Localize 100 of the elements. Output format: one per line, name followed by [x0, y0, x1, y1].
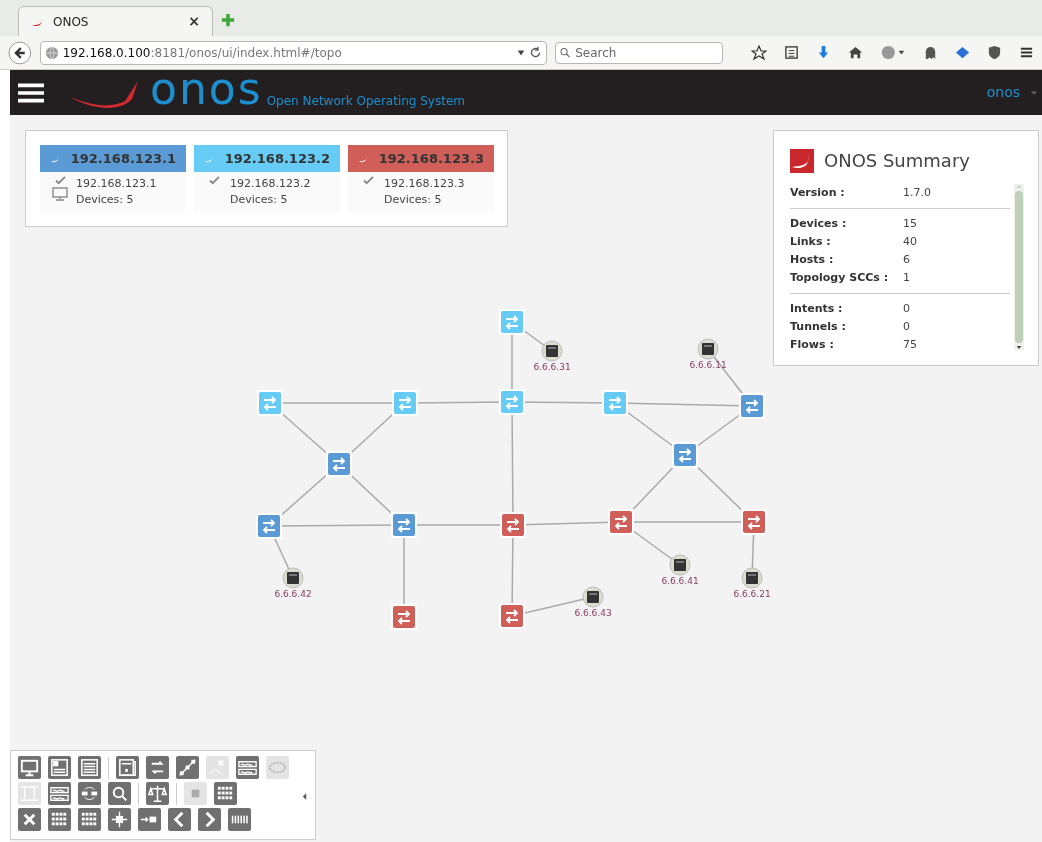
cluster-title: 192.168.123.2 — [224, 149, 330, 168]
new-tab-icon[interactable] — [221, 13, 235, 27]
check-icon — [208, 176, 220, 185]
reading-list-icon[interactable] — [784, 45, 799, 60]
summary-label: Devices : — [790, 216, 848, 232]
toolbar-button[interactable] — [48, 782, 71, 805]
toolbar-button[interactable] — [214, 782, 237, 805]
toolbar-button[interactable] — [48, 756, 71, 779]
collapse-icon[interactable] — [302, 792, 307, 801]
host-label: 6.6.6.41 — [661, 576, 699, 586]
toolbar-button[interactable] — [116, 756, 139, 779]
host-label: 6.6.6.42 — [274, 589, 312, 599]
summary-value: 1.7.0 — [903, 185, 931, 201]
toolbar-button[interactable] — [168, 808, 191, 831]
search-input[interactable]: Search — [575, 43, 718, 62]
home-icon[interactable] — [848, 45, 863, 60]
scrollbar[interactable] — [1014, 184, 1024, 350]
summary-value: 0 — [903, 319, 910, 335]
scrollbar-thumb[interactable] — [1015, 191, 1023, 343]
globe-icon — [44, 45, 59, 60]
tab-close-button[interactable]: × — [188, 11, 200, 32]
host-node[interactable] — [741, 567, 763, 589]
cluster-card[interactable]: 192.168.123.1 192.168.123.1 Devices: 5 — [40, 145, 186, 212]
back-button[interactable] — [8, 40, 32, 65]
switch-node[interactable] — [392, 390, 418, 416]
switch-node[interactable] — [672, 442, 698, 468]
toolbar-button[interactable] — [18, 808, 41, 831]
toolbar-button[interactable] — [18, 756, 41, 779]
diamond-icon[interactable] — [955, 45, 970, 60]
switch-node[interactable] — [608, 509, 634, 535]
menu-icon[interactable] — [18, 81, 44, 104]
cluster-card[interactable]: 192.168.123.3 192.168.123.3 Devices: 5 — [348, 145, 494, 212]
toolbar-button[interactable] — [198, 808, 221, 831]
toolbar-button[interactable] — [48, 808, 71, 831]
host-node[interactable] — [697, 338, 719, 360]
switch-node[interactable] — [391, 604, 417, 630]
scroll-down-icon[interactable] — [1016, 345, 1022, 350]
host-label: 6.6.6.21 — [733, 589, 771, 599]
toolbar-button[interactable] — [78, 782, 101, 805]
cluster-devices: Devices: 5 — [384, 192, 443, 208]
summary-label: Intents : — [790, 301, 844, 317]
summary-label: Flows : — [790, 337, 835, 353]
summary-label: Tunnels : — [790, 319, 847, 335]
summary-value: 0 — [903, 301, 910, 317]
toolbar-button[interactable] — [78, 808, 101, 831]
toolbar-button[interactable] — [108, 782, 131, 805]
switch-node[interactable] — [326, 451, 352, 477]
switch-node[interactable] — [499, 309, 525, 335]
address-bar[interactable]: 192.168.0.100:8181/onos/ui/index.html#/topo — [39, 40, 548, 65]
summary-label: Hosts : — [790, 252, 835, 268]
toolbar-button[interactable] — [146, 782, 169, 805]
url-text: 192.168.0.100:8181/onos/ui/index.html#/topo — [62, 44, 343, 62]
switch-node[interactable] — [257, 390, 283, 416]
switch-node[interactable] — [499, 389, 525, 415]
shield-icon[interactable] — [987, 45, 1002, 60]
toolbar-button[interactable] — [78, 756, 101, 779]
toolbar-button[interactable] — [146, 756, 169, 779]
summary-value: 15 — [903, 216, 917, 232]
toolbar-button[interactable] — [108, 808, 131, 831]
toolbar-button[interactable] — [138, 808, 161, 831]
browser-tab[interactable]: ONOS × — [18, 6, 213, 36]
toolbar-button[interactable] — [176, 756, 199, 779]
logo-text: onos — [150, 66, 263, 111]
switch-node[interactable] — [739, 393, 765, 419]
user-menu[interactable]: onos — [986, 82, 1020, 103]
summary-label: Links : — [790, 234, 832, 250]
switch-node[interactable] — [499, 603, 525, 629]
adblock-icon[interactable] — [880, 45, 906, 60]
host-node[interactable] — [582, 586, 604, 608]
host-label: 6.6.6.31 — [533, 362, 571, 372]
summary-value: 75 — [903, 337, 917, 353]
summary-title: ONOS Summary — [824, 149, 970, 173]
host-label: 6.6.6.11 — [689, 360, 727, 370]
cluster-ip: 192.168.123.3 — [384, 176, 465, 192]
search-field[interactable]: Search — [555, 41, 723, 64]
switch-node[interactable] — [256, 513, 282, 539]
summary-value: 40 — [903, 234, 917, 250]
dropdown-icon[interactable] — [517, 48, 526, 57]
cluster-ip: 192.168.123.1 — [76, 176, 157, 192]
switch-node[interactable] — [602, 390, 628, 416]
switch-node[interactable] — [741, 509, 767, 535]
star-icon[interactable] — [751, 44, 767, 61]
check-icon — [54, 176, 66, 185]
switch-node[interactable] — [500, 512, 526, 538]
cluster-card[interactable]: 192.168.123.2 192.168.123.2 Devices: 5 — [194, 145, 340, 212]
caret-icon[interactable] — [1030, 88, 1038, 97]
summary-label: Version : — [790, 185, 846, 201]
ghost-icon[interactable] — [923, 45, 938, 60]
toolbar-button[interactable] — [236, 756, 259, 779]
host-node[interactable] — [541, 340, 563, 362]
reload-icon[interactable] — [529, 46, 543, 59]
host-node[interactable] — [282, 567, 304, 589]
switch-node[interactable] — [391, 512, 417, 538]
menu-icon[interactable] — [1019, 45, 1034, 60]
host-node[interactable] — [669, 554, 691, 576]
host-label: 6.6.6.43 — [574, 608, 612, 618]
toolbar-button[interactable] — [228, 808, 251, 831]
cluster-title: 192.168.123.3 — [378, 149, 484, 168]
cluster-title: 192.168.123.1 — [70, 149, 176, 168]
app-subtitle: Open Network Operating System — [266, 92, 465, 110]
